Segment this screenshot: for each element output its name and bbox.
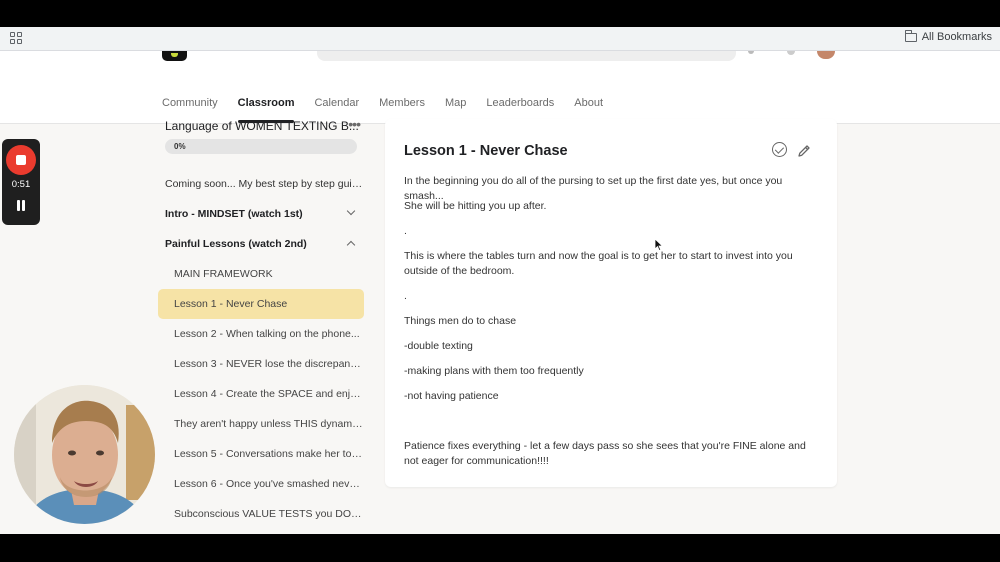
tab-leaderboards[interactable]: Leaderboards <box>486 97 554 121</box>
video-frame: All Bookmarks Community Classroom Calend… <box>0 0 1000 562</box>
chevron-up-icon <box>346 240 356 250</box>
tab-about[interactable]: About <box>574 97 603 121</box>
edit-pencil-icon[interactable] <box>796 143 812 159</box>
lesson-title: Lesson 1 - Never Chase <box>404 143 568 159</box>
recording-timer: 0:51 <box>11 179 31 190</box>
lesson-paragraph: -not having patience <box>404 390 499 402</box>
sidebar-section-intro[interactable]: Intro - MINDSET (watch 1st) <box>158 199 364 229</box>
section-label: Painful Lessons (watch 2nd) <box>165 238 307 250</box>
bookmarks-bar: All Bookmarks <box>0 27 1000 51</box>
sidebar-lesson-3[interactable]: Lesson 3 - NEVER lose the discrepancy i.… <box>158 349 364 379</box>
course-progress-bar: 0% <box>165 139 357 154</box>
sidebar-item-coming-soon[interactable]: Coming soon... My best step by step guid… <box>158 169 364 199</box>
sidebar-lesson-1[interactable]: Lesson 1 - Never Chase <box>158 289 364 319</box>
section-label: Intro - MINDSET (watch 1st) <box>165 208 303 220</box>
lesson-paragraph: Things men do to chase <box>404 315 517 327</box>
sidebar-lesson-value-tests[interactable]: Subconscious VALUE TESTS you DON'T ... <box>158 499 364 529</box>
nav-tabs: Community Classroom Calendar Members Map… <box>162 97 603 123</box>
sidebar-section-painful-lessons[interactable]: Painful Lessons (watch 2nd) <box>158 229 364 259</box>
apps-grid-icon[interactable] <box>10 32 22 44</box>
tab-members[interactable]: Members <box>379 97 425 121</box>
sidebar-lesson-main-framework[interactable]: MAIN FRAMEWORK <box>158 259 364 289</box>
tab-community[interactable]: Community <box>162 97 218 121</box>
course-title: Language of WOMEN TEXTING B... <box>165 119 359 133</box>
lesson-paragraph: Patience fixes everything - let a few da… <box>404 440 806 467</box>
sidebar-lesson-6[interactable]: Lesson 6 - Once you've smashed never ... <box>158 469 364 499</box>
lesson-paragraph: -making plans with them too frequently <box>404 365 584 377</box>
chevron-down-icon <box>346 206 356 216</box>
lesson-content-card: Lesson 1 - Never Chase In the beginning … <box>385 119 837 487</box>
mark-complete-icon[interactable] <box>772 142 787 157</box>
site-header: Community Classroom Calendar Members Map… <box>0 51 1000 124</box>
tab-map[interactable]: Map <box>445 97 466 121</box>
webcam-overlay <box>14 385 155 524</box>
all-bookmarks-button[interactable]: All Bookmarks <box>904 29 992 43</box>
screen-recorder-controls: 0:51 <box>2 139 40 225</box>
lesson-paragraph: . <box>404 225 407 237</box>
lesson-paragraph: She will be hitting you up after. <box>404 200 547 212</box>
stop-recording-button[interactable] <box>6 145 36 175</box>
progress-text: 0% <box>174 142 186 151</box>
search-bar[interactable] <box>317 51 736 61</box>
sidebar-lesson-dynamic[interactable]: They aren't happy unless THIS dynamic ..… <box>158 409 364 439</box>
folder-icon <box>904 29 917 42</box>
sidebar-lesson-5[interactable]: Lesson 5 - Conversations make her to lo.… <box>158 439 364 469</box>
site-logo[interactable] <box>162 51 187 61</box>
pause-icon[interactable] <box>16 200 26 211</box>
more-options-icon[interactable]: ••• <box>348 117 361 131</box>
mouse-cursor-icon <box>654 238 664 252</box>
sidebar-lesson-4[interactable]: Lesson 4 - Create the SPACE and enjoy it <box>158 379 364 409</box>
lesson-paragraph: . <box>404 290 407 302</box>
notifications-icon[interactable] <box>787 51 795 55</box>
course-header: Language of WOMEN TEXTING B... ••• <box>165 117 361 135</box>
all-bookmarks-label: All Bookmarks <box>921 31 992 43</box>
chat-icon[interactable] <box>748 51 754 54</box>
tab-classroom[interactable]: Classroom <box>237 97 294 123</box>
lesson-paragraph: -double texting <box>404 340 473 352</box>
user-avatar[interactable] <box>817 51 835 59</box>
sidebar-lesson-2[interactable]: Lesson 2 - When talking on the phone... <box>158 319 364 349</box>
lesson-paragraph: This is where the tables turn and now th… <box>404 250 793 277</box>
